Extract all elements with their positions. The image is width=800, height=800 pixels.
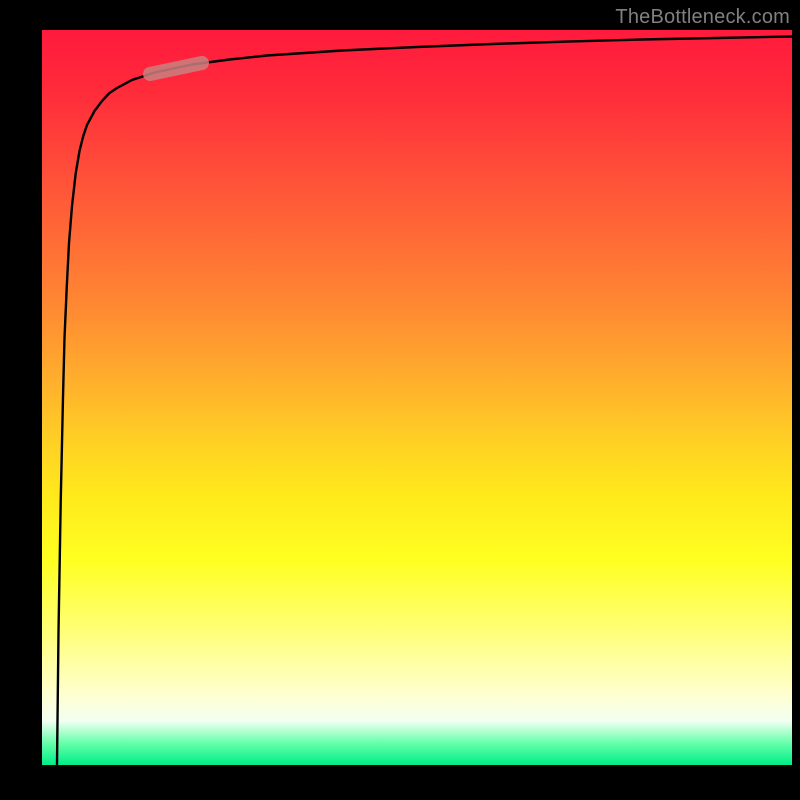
chart-frame: TheBottleneck.com — [0, 0, 800, 800]
highlight-segment — [150, 63, 202, 74]
chart-svg — [42, 30, 792, 765]
curve-line — [57, 37, 792, 766]
watermark-text: TheBottleneck.com — [615, 6, 790, 29]
